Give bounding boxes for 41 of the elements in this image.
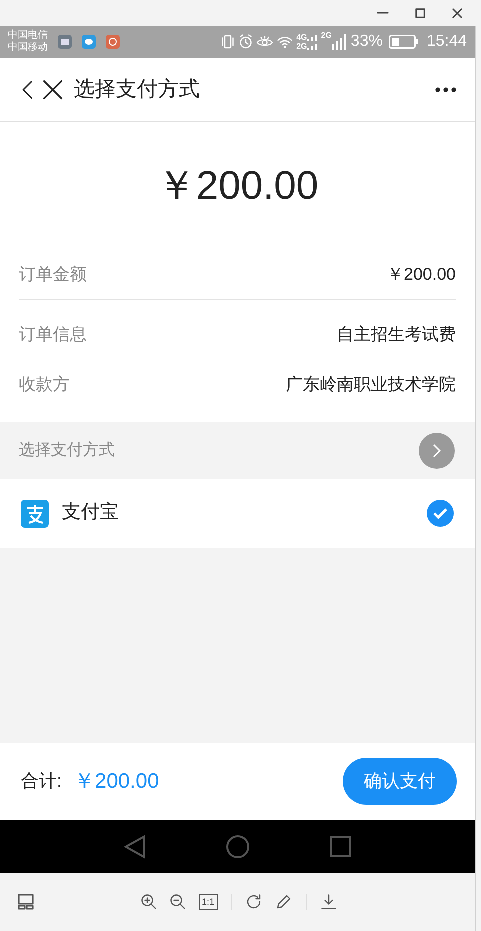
signal-icon xyxy=(332,34,346,50)
row-value: 广东岭南职业技术学院 xyxy=(286,374,456,396)
layout-icon[interactable] xyxy=(18,894,34,910)
signal-icon xyxy=(307,33,318,51)
app-icon xyxy=(106,35,120,49)
total-amount: ￥200.00 xyxy=(74,768,160,795)
zoom-out-icon[interactable] xyxy=(169,893,187,911)
network-type-label: 2G xyxy=(321,30,332,42)
zoom-in-icon[interactable] xyxy=(140,893,158,911)
network-type-label: 2G xyxy=(296,42,308,51)
row-value: ￥200.00 xyxy=(387,264,456,286)
carrier-name: 中国电信 xyxy=(8,30,48,42)
row-label: 订单信息 xyxy=(19,324,87,346)
payment-method-name: 支付宝 xyxy=(62,501,120,526)
maximize-icon[interactable] xyxy=(415,8,426,18)
close-icon[interactable] xyxy=(452,8,463,18)
payment-amount: ￥200.00 xyxy=(156,163,319,210)
payment-option[interactable]: 支付宝 xyxy=(0,479,475,548)
network-type-label: 4G xyxy=(296,33,308,42)
pencil-icon[interactable] xyxy=(274,893,293,911)
alipay-icon xyxy=(21,500,49,528)
back-nav-icon[interactable] xyxy=(124,834,146,858)
row-value: 自主招生考试费 xyxy=(337,324,456,346)
battery-icon xyxy=(388,35,419,49)
total-label: 合计: xyxy=(21,770,62,793)
rotate-icon[interactable] xyxy=(244,893,263,911)
battery-percent: 33% xyxy=(350,32,383,52)
page-title: 选择支付方式 xyxy=(74,76,200,103)
gallery-icon xyxy=(58,35,72,49)
row-label: 收款方 xyxy=(19,374,70,396)
message-icon xyxy=(82,35,96,49)
recents-nav-icon[interactable] xyxy=(330,836,352,858)
carrier-name: 中国移动 xyxy=(8,42,48,54)
chevron-button[interactable] xyxy=(419,432,455,468)
actual-size-button[interactable]: 1:1 xyxy=(199,894,218,910)
more-icon[interactable] xyxy=(435,86,457,92)
row-label: 订单金额 xyxy=(19,264,87,286)
section-title: 选择支付方式 xyxy=(19,440,115,460)
home-nav-icon[interactable] xyxy=(226,834,250,858)
clock-time: 15:44 xyxy=(426,32,467,52)
download-icon[interactable] xyxy=(320,893,338,911)
